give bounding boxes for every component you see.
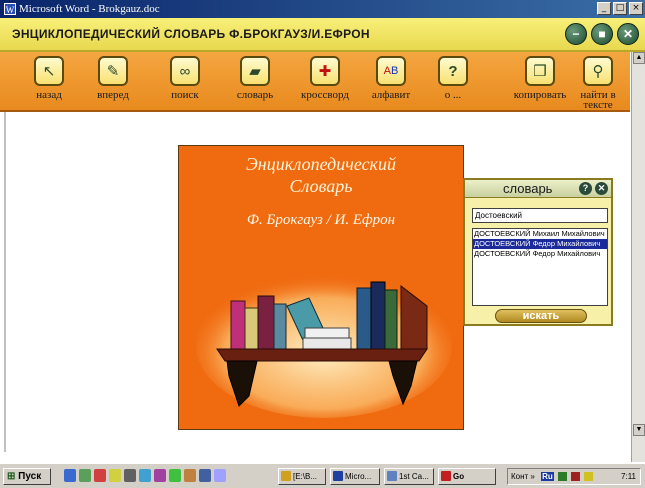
tray-text: Конт » xyxy=(511,472,535,481)
language-indicator[interactable]: Ru xyxy=(541,472,554,481)
dictionary-search-button[interactable]: искать xyxy=(495,309,587,323)
dictionary-results-list[interactable]: ДОСТОЕВСКИЙ Михаил Михайлович ДОСТОЕВСКИ… xyxy=(472,228,608,306)
quicklaunch-icon[interactable] xyxy=(169,469,181,482)
dictionary-header: словарь ? ✕ xyxy=(465,180,611,198)
quicklaunch-icon[interactable] xyxy=(94,469,106,482)
vertical-scrollbar[interactable]: ▲ ▼ xyxy=(631,52,645,462)
scroll-down-arrow-icon[interactable]: ▼ xyxy=(633,424,645,436)
toolbar-back-label: назад xyxy=(36,89,62,101)
taskbar-task-explorer[interactable]: [E:\B... xyxy=(278,468,326,485)
list-item[interactable]: ДОСТОЕВСКИЙ Федор Михайлович xyxy=(473,249,607,259)
dictionary-help-icon[interactable]: ? xyxy=(579,182,592,195)
cover-authors: Ф. Брокгауз / И. Ефрон xyxy=(246,212,396,228)
windows-flag-icon: ⊞ xyxy=(7,471,16,482)
quicklaunch-icon[interactable] xyxy=(64,469,76,482)
crossword-icon: ✚ xyxy=(310,56,340,86)
quicklaunch-icon[interactable] xyxy=(109,469,121,482)
dictionary-title: словарь xyxy=(503,181,553,196)
toolbar-crossword-label: кроссворд xyxy=(301,89,349,101)
taskbar-task-label: 1st Ca... xyxy=(399,472,429,481)
toolbar-dictionary-button[interactable]: ▰ словарь xyxy=(220,56,290,101)
clock[interactable]: 7:11 xyxy=(621,469,636,484)
close-button[interactable]: × xyxy=(629,2,643,15)
binoculars-icon: ∞ xyxy=(170,56,200,86)
word-app-icon: W xyxy=(4,3,16,16)
quicklaunch-icon[interactable] xyxy=(154,469,166,482)
windows-taskbar: ⊞ Пуск [E:\B... Micro... 1st Ca... Go Ко… xyxy=(0,462,645,488)
start-label: Пуск xyxy=(18,471,42,482)
app-restore-button[interactable]: ■ xyxy=(591,23,613,45)
minus-icon: − xyxy=(572,27,580,41)
magnifier-icon: ⚲ xyxy=(583,56,613,86)
taskbar-task-1stclass[interactable]: 1st Ca... xyxy=(384,468,434,485)
quicklaunch-icon[interactable] xyxy=(214,469,226,482)
taskbar-task-label: Go xyxy=(453,472,465,481)
tray-icon[interactable] xyxy=(584,472,594,482)
app-window-controls: − ■ ✕ xyxy=(565,23,639,45)
toolbar-back-button[interactable]: ↖ назад xyxy=(14,56,84,101)
app-minimize-button[interactable]: − xyxy=(565,23,587,45)
app-close-button[interactable]: ✕ xyxy=(617,23,639,45)
toolbar-find-in-text-label: найти в тексте xyxy=(580,89,616,111)
cover-title-line2: Словарь xyxy=(289,176,353,196)
book-cover: Энциклопедический Словарь Ф. Брокгауз / … xyxy=(178,145,464,430)
taskbar-task-label: [E:\B... xyxy=(293,472,318,481)
app-title: ЭНЦИКЛОПЕДИЧЕСКИЙ СЛОВАРЬ Ф.БРОКГАУЗ/И.Е… xyxy=(12,27,370,41)
taskbar-task-label: Micro... xyxy=(345,472,372,481)
quicklaunch-icon[interactable] xyxy=(184,469,196,482)
forward-arrow-icon: ✎ xyxy=(98,56,128,86)
back-arrow-icon: ↖ xyxy=(34,56,64,86)
quicklaunch-icon[interactable] xyxy=(199,469,211,482)
maximize-button[interactable]: □ xyxy=(613,2,627,15)
list-item-selected[interactable]: ДОСТОЕВСКИЙ Федор Михайлович xyxy=(473,239,607,249)
toolbar-search-label: поиск xyxy=(171,89,199,101)
close-icon: ✕ xyxy=(622,27,634,41)
app-header: ЭНЦИКЛОПЕДИЧЕСКИЙ СЛОВАРЬ Ф.БРОКГАУЗ/И.Е… xyxy=(0,18,645,52)
toolbar-search-button[interactable]: ∞ поиск xyxy=(150,56,220,101)
dictionary-search-input[interactable]: Достоевский xyxy=(472,208,608,223)
alphabet-icon: AB xyxy=(376,56,406,86)
quicklaunch-icon[interactable] xyxy=(139,469,151,482)
toolbar-alphabet-button[interactable]: AB алфавит xyxy=(356,56,426,101)
tray-icon[interactable] xyxy=(558,472,568,482)
toolbar-forward-button[interactable]: ✎ вперед xyxy=(78,56,148,101)
system-tray: Конт » Ru 7:11 xyxy=(507,468,641,485)
toolbar-alphabet-label: алфавит xyxy=(371,89,411,101)
word-window-title: Microsoft Word - Brokgauz.doc xyxy=(19,3,160,15)
minimize-button[interactable]: _ xyxy=(597,2,611,15)
question-icon: ? xyxy=(438,56,468,86)
toolbar-about-label: о ... xyxy=(444,89,462,101)
word-window-controls: _ □ × xyxy=(597,2,643,15)
square-icon: ■ xyxy=(598,27,606,41)
taskbar-task-word[interactable]: Micro... xyxy=(330,468,380,485)
main-toolbar: ↖ назад ✎ вперед ∞ поиск ▰ словарь ✚ кро… xyxy=(0,52,630,112)
book-icon: ▰ xyxy=(240,56,270,86)
copy-icon: ❒ xyxy=(525,56,555,86)
toolbar-find-in-text-button[interactable]: ⚲ найти в тексте xyxy=(568,56,628,111)
taskbar-task-go[interactable]: Go xyxy=(438,468,496,485)
start-button[interactable]: ⊞ Пуск xyxy=(3,468,51,485)
toolbar-dictionary-label: словарь xyxy=(236,89,274,101)
toolbar-forward-label: вперед xyxy=(97,89,129,101)
word-title-bar: W Microsoft Word - Brokgauz.doc _ □ × xyxy=(0,0,645,18)
scroll-up-arrow-icon[interactable]: ▲ xyxy=(633,52,645,64)
tray-icon[interactable] xyxy=(571,472,581,482)
quick-launch-bar xyxy=(64,469,226,482)
left-margin-rule xyxy=(4,112,6,452)
quicklaunch-icon[interactable] xyxy=(79,469,91,482)
toolbar-crossword-button[interactable]: ✚ кроссворд xyxy=(290,56,360,101)
dictionary-panel: словарь ? ✕ Достоевский ДОСТОЕВСКИЙ Миха… xyxy=(463,178,613,326)
dictionary-close-icon[interactable]: ✕ xyxy=(595,182,608,195)
bookshelf-illustration xyxy=(196,274,452,418)
cover-title-line1: Энциклопедический xyxy=(246,154,396,174)
toolbar-copy-button[interactable]: ❒ копировать xyxy=(505,56,575,101)
list-item[interactable]: ДОСТОЕВСКИЙ Михаил Михайлович xyxy=(473,229,607,239)
toolbar-copy-label: копировать xyxy=(513,89,567,101)
toolbar-about-button[interactable]: ? о ... xyxy=(418,56,488,101)
quicklaunch-icon[interactable] xyxy=(124,469,136,482)
